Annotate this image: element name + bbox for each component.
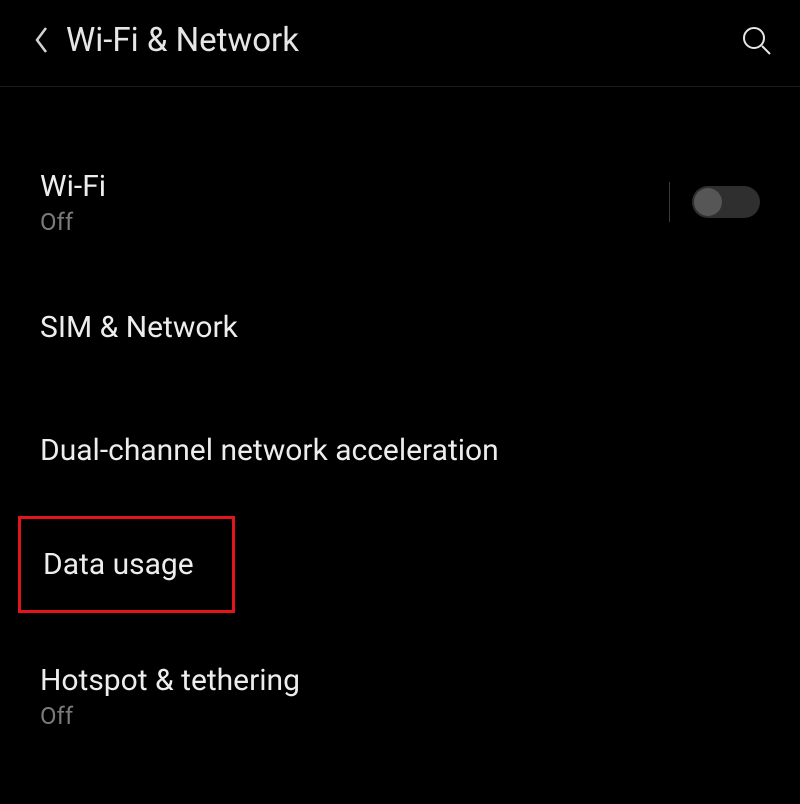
setting-text: Wi-Fi Off [40,167,669,236]
page-title: Wi-Fi & Network [66,21,734,60]
header-bar: Wi-Fi & Network [0,0,800,87]
highlight-annotation: Data usage [18,516,235,613]
chevron-left-icon [34,26,50,54]
setting-item-data-usage[interactable]: Data usage [0,504,800,625]
settings-list: Wi-Fi Off SIM & Network Dual-channel net… [0,87,800,760]
setting-text: Dual-channel network acceleration [40,431,760,470]
search-icon [740,24,772,56]
setting-title: Wi-Fi [40,167,669,206]
toggle-divider [669,182,670,222]
setting-item-hotspot[interactable]: Hotspot & tethering Off [0,625,800,760]
setting-sub: Off [40,208,669,236]
wifi-toggle[interactable] [692,186,760,218]
setting-item-dual-channel[interactable]: Dual-channel network acceleration [0,389,800,504]
toggle-container [669,182,760,222]
back-button[interactable] [22,20,62,60]
toggle-knob [694,188,722,216]
setting-sub: Off [40,702,760,730]
search-button[interactable] [734,18,778,62]
setting-text: SIM & Network [40,308,760,347]
setting-title: Dual-channel network acceleration [40,431,760,470]
setting-title: SIM & Network [40,308,760,347]
setting-text: Hotspot & tethering Off [40,661,760,730]
setting-title: Hotspot & tethering [40,661,760,700]
setting-title: Data usage [43,545,194,584]
setting-item-sim[interactable]: SIM & Network [0,266,800,389]
setting-item-wifi[interactable]: Wi-Fi Off [0,137,800,266]
